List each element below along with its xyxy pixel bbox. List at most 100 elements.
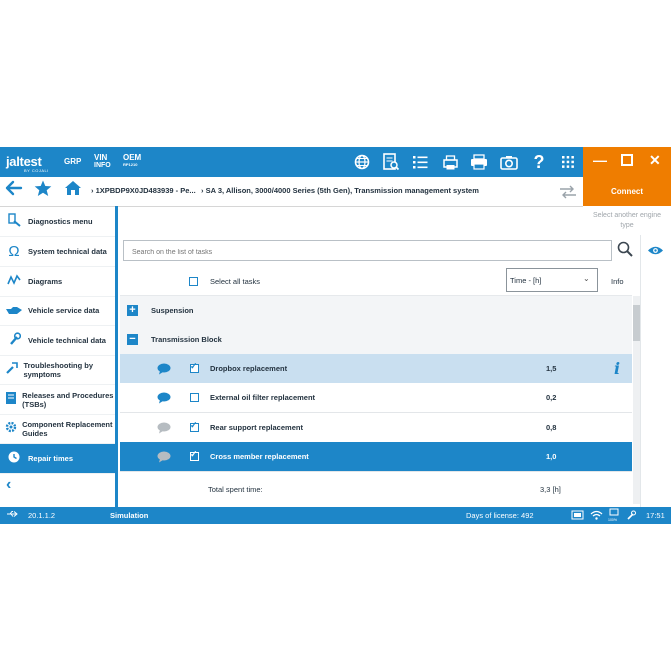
wrench-icon: [0, 332, 28, 349]
task-search-field[interactable]: [123, 240, 612, 261]
sidebar-item-vehicle-service-data[interactable]: Vehicle service data: [0, 296, 115, 326]
battery-icon: [571, 510, 585, 522]
select-all-label: Select all tasks: [210, 277, 261, 286]
select-all-checkbox[interactable]: [189, 277, 198, 286]
printer-settings-icon[interactable]: [440, 152, 460, 172]
breadcrumb-vin[interactable]: › 1XPBDP9X0JD483939 - Pe...: [91, 186, 196, 195]
sidebar-item-diagrams[interactable]: Diagrams: [0, 267, 115, 297]
total-time-label: Total spent time:: [208, 485, 263, 494]
search-icon[interactable]: [617, 241, 633, 262]
minimize-icon[interactable]: —: [593, 152, 607, 168]
task-time: 1,0: [546, 452, 557, 461]
apps-grid-icon[interactable]: [558, 152, 578, 172]
printer-icon[interactable]: [469, 152, 489, 172]
license-text: Days of license: 492: [466, 511, 534, 520]
comment-bubble-icon[interactable]: [157, 362, 171, 380]
comment-bubble-icon[interactable]: [157, 450, 171, 468]
select-engine-link[interactable]: Select another engine type: [592, 211, 662, 231]
sidebar-item-label: Diagrams: [28, 277, 63, 286]
sidebar-item-vehicle-technical-data[interactable]: Vehicle technical data: [0, 326, 115, 356]
window-controls: — ✕: [583, 147, 671, 177]
gear-wrench-icon: [0, 420, 22, 437]
globe-icon[interactable]: [352, 152, 372, 172]
app-window: jaltest BY COJALI GRP VIN INFO OEM RP121…: [0, 147, 671, 524]
comment-bubble-icon[interactable]: [157, 391, 171, 409]
expand-plus-icon[interactable]: +: [127, 305, 138, 316]
total-time-value: 3,3 [h]: [540, 485, 561, 494]
grp-label: GRP: [64, 157, 82, 166]
chevron-down-icon: ⌄: [583, 274, 590, 283]
oem-label: OEM: [123, 153, 142, 162]
task-checkbox[interactable]: [190, 449, 199, 461]
scrollbar-thumb[interactable]: [633, 305, 640, 341]
task-row[interactable]: External oil filter replacement 0,2: [120, 383, 632, 413]
swap-icon[interactable]: [559, 185, 577, 204]
book-icon: [0, 391, 22, 408]
list-icon[interactable]: [410, 152, 430, 172]
help-icon[interactable]: ?: [529, 152, 549, 172]
group-label: Transmission Block: [151, 335, 222, 344]
home-icon[interactable]: [64, 180, 82, 201]
brand-name: jaltest: [6, 154, 42, 169]
usb-icon: [6, 510, 18, 520]
eye-icon[interactable]: [647, 243, 664, 261]
close-icon[interactable]: ✕: [649, 152, 661, 169]
mode-text: Simulation: [110, 511, 149, 520]
task-name: Dropbox replacement: [210, 364, 288, 373]
document-search-icon[interactable]: [381, 152, 401, 172]
sidebar-item-component-guides[interactable]: Component Replacement Guides: [0, 414, 115, 444]
camera-icon[interactable]: [499, 152, 519, 172]
maximize-icon[interactable]: [621, 152, 633, 169]
search-input[interactable]: [124, 244, 610, 261]
clock-time: 17:51: [646, 511, 665, 520]
vin-label: VIN: [94, 153, 108, 162]
breadcrumb-system-text: SA 3, Allison, 3000/4000 Series (5th Gen…: [205, 186, 479, 195]
diagnostics-icon: [0, 213, 28, 230]
task-row[interactable]: Rear support replacement 0,8: [120, 413, 632, 443]
sidebar-item-label: Troubleshooting by symptoms: [23, 360, 94, 379]
ohm-icon: Ω: [8, 243, 20, 260]
task-row[interactable]: Dropbox replacement 1,5 i: [120, 354, 632, 384]
sidebar-item-releases[interactable]: Releases and Procedures (TSBs): [0, 385, 115, 415]
vin-sub: INFO: [94, 162, 111, 169]
back-arrow-icon[interactable]: [5, 180, 23, 201]
connect-button[interactable]: Connect: [583, 177, 671, 206]
sidebar-divider: [115, 206, 118, 507]
task-time: 0,2: [546, 393, 557, 402]
task-checkbox[interactable]: [190, 420, 199, 432]
vin-info-button[interactable]: VIN INFO: [94, 154, 111, 170]
sidebar-item-diagnostics-menu[interactable]: Diagnostics menu: [0, 207, 115, 237]
comment-bubble-icon[interactable]: [157, 421, 171, 439]
task-checkbox[interactable]: [190, 393, 199, 402]
group-row-transmission-block[interactable]: − Transmission Block: [120, 325, 632, 355]
time-unit-select[interactable]: Time - [h] ⌄: [506, 268, 598, 292]
tool-icon: [626, 510, 636, 522]
version-text: 20.1.1.2: [28, 511, 56, 520]
breadcrumb-system: › SA 3, Allison, 3000/4000 Series (5th G…: [201, 186, 479, 195]
sidebar-item-system-technical-data[interactable]: Ω System technical data: [0, 237, 115, 267]
star-icon[interactable]: [34, 180, 52, 202]
task-row[interactable]: Cross member replacement 1,0: [120, 442, 632, 472]
collapse-sidebar-icon[interactable]: ‹: [6, 476, 11, 494]
sidebar-item-label: Diagnostics menu: [28, 217, 93, 226]
sidebar-item-troubleshooting[interactable]: Troubleshooting by symptoms: [0, 355, 115, 385]
task-time: 0,8: [546, 423, 557, 432]
sidebar-item-label: Vehicle technical data: [28, 336, 106, 345]
breadcrumb-vin-text: 1XPBDP9X0JD483939 - Pe...: [95, 186, 196, 195]
oem-button[interactable]: OEM RP1210: [123, 153, 142, 168]
breadcrumb-bar: › 1XPBDP9X0JD483939 - Pe... › SA 3, Alli…: [0, 177, 583, 207]
top-bar: jaltest BY COJALI GRP VIN INFO OEM RP121…: [0, 147, 671, 177]
wifi-icon: [590, 510, 603, 522]
info-icon[interactable]: i: [614, 359, 620, 378]
collapse-minus-icon[interactable]: −: [127, 334, 138, 345]
grp-button[interactable]: GRP: [64, 158, 81, 166]
task-checkbox[interactable]: [190, 361, 199, 373]
jaltest-logo: jaltest BY COJALI: [6, 153, 48, 173]
oem-sub: RP1210: [123, 162, 138, 167]
group-row-suspension[interactable]: + Suspension: [120, 296, 632, 326]
sidebar-item-repair-times[interactable]: Repair times: [0, 444, 115, 474]
group-label: Suspension: [151, 306, 194, 315]
status-bar: 20.1.1.2 Simulation Days of license: 492…: [0, 507, 671, 524]
sidebar-item-label: Repair times: [28, 454, 74, 463]
task-time: 1,5: [546, 364, 557, 373]
